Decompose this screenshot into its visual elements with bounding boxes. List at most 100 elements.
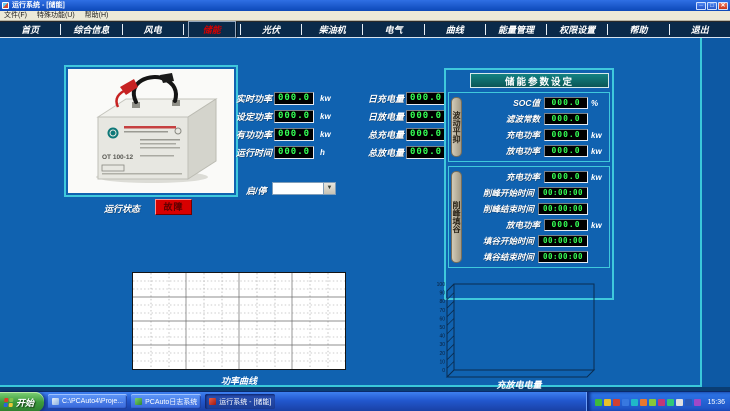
window-title: 运行系统 - [储能] xyxy=(12,0,696,11)
menu-item-file[interactable]: 文件(F) xyxy=(4,11,27,21)
peak-start-label: 削峰开始时间 xyxy=(466,187,534,199)
settings-panel-title: 储能参数设定 xyxy=(470,73,609,88)
menu-bar: 文件(F) 特殊功能(U) 帮助(H) xyxy=(0,11,730,21)
peak-end-display[interactable]: 00:00:00 xyxy=(538,203,588,215)
nav-item-help[interactable]: 帮助 xyxy=(608,23,668,36)
nav-item-energy-mgmt[interactable]: 能量管理 xyxy=(486,23,546,36)
system-tray: 15:36 xyxy=(586,392,730,411)
log-app-icon xyxy=(135,398,142,405)
ps-charge-power-display[interactable]: 000.0 xyxy=(544,171,588,183)
nav-item-curves[interactable]: 曲线 xyxy=(425,23,485,36)
nav-item-home[interactable]: 首页 xyxy=(0,23,60,36)
valley-start-label: 填谷开始时间 xyxy=(466,235,534,247)
smoothing-group-tab: 波动平抑 xyxy=(451,97,462,157)
nav-item-pv[interactable]: 光伏 xyxy=(241,23,301,36)
taskbar-task-folder[interactable]: C:\PCAuto4\Proje... xyxy=(48,394,127,409)
nav-item-overview[interactable]: 综合信息 xyxy=(61,23,121,36)
nav-item-wind[interactable]: 风电 xyxy=(123,23,183,36)
title-bar: 运行系统 - [储能] xyxy=(0,0,730,11)
taskbar-task-log-system[interactable]: PCAuto日志系统 xyxy=(131,394,201,409)
filter-constant-display[interactable]: 000.0 xyxy=(544,113,588,125)
tray-icon[interactable] xyxy=(694,399,701,406)
tray-icon[interactable] xyxy=(631,399,638,406)
set-power-unit: kw xyxy=(320,112,344,121)
charge-power-unit: kw xyxy=(591,131,607,140)
y-tick: 90 xyxy=(439,291,445,297)
settings-row: 放电功率 000.0 kw xyxy=(466,217,607,233)
start-stop-label: 启/停 xyxy=(246,184,267,197)
active-power-label: 有功功率 xyxy=(216,128,272,141)
tray-icon[interactable] xyxy=(595,399,602,406)
nav-item-permissions[interactable]: 权限设置 xyxy=(547,23,607,36)
tray-icon[interactable] xyxy=(613,399,620,406)
realtime-power-display: 000.0 xyxy=(274,92,314,105)
total-charge-display: 000.0 xyxy=(406,128,446,141)
charge-power-label: 充电功率 xyxy=(466,129,540,141)
y-tick: 80 xyxy=(439,299,445,305)
peak-end-label: 削峰结束时间 xyxy=(466,203,534,215)
y-tick: 30 xyxy=(439,342,445,348)
y-tick: 60 xyxy=(439,316,445,322)
nav-item-exit[interactable]: 退出 xyxy=(670,23,730,36)
nav-item-electrical[interactable]: 电气 xyxy=(363,23,423,36)
power-curve-title: 功率曲线 xyxy=(132,374,346,387)
ps-discharge-power-unit: kw xyxy=(591,221,607,230)
tray-icon[interactable] xyxy=(604,399,611,406)
start-button[interactable]: 开始 xyxy=(0,392,44,411)
tray-icon[interactable] xyxy=(658,399,665,406)
tray-icon[interactable] xyxy=(649,399,656,406)
chevron-down-icon[interactable]: ▼ xyxy=(323,183,335,194)
minimize-button[interactable] xyxy=(696,2,706,10)
taskbar-task-run-system[interactable]: 运行系统 - [储能] xyxy=(205,394,275,409)
daily-discharge-label: 日放电量 xyxy=(346,110,404,123)
soc-display[interactable]: 000.0 xyxy=(544,97,588,109)
active-power-unit: kw xyxy=(320,130,344,139)
tray-icon[interactable] xyxy=(667,399,674,406)
run-status-label: 运行状态 xyxy=(104,202,140,215)
y-tick: 40 xyxy=(439,334,445,340)
charge-power-display[interactable]: 000.0 xyxy=(544,129,588,141)
tray-icon[interactable] xyxy=(676,399,683,406)
realtime-power-unit: kw xyxy=(320,94,344,103)
daily-charge-label: 日充电量 xyxy=(346,92,404,105)
discharge-power-display[interactable]: 000.0 xyxy=(544,145,588,157)
nav-item-storage-active[interactable]: 储能 xyxy=(188,21,236,38)
nav-bar: 首页 综合信息 风电 储能 光伏 柴油机 电气 曲线 能量管理 权限设置 帮助 … xyxy=(0,21,730,38)
soc-unit: % xyxy=(591,99,607,108)
settings-row: 填谷开始时间 00:00:00 xyxy=(466,233,607,249)
maximize-button[interactable] xyxy=(707,2,717,10)
peak-start-display[interactable]: 00:00:00 xyxy=(538,187,588,199)
y-tick: 100 xyxy=(437,282,446,288)
ps-discharge-power-label: 放电功率 xyxy=(466,219,540,231)
tray-icon[interactable] xyxy=(622,399,629,406)
total-discharge-label: 总放电量 xyxy=(346,146,404,159)
menu-item-special-functions[interactable]: 特殊功能(U) xyxy=(37,11,75,21)
tray-icon[interactable] xyxy=(685,399,692,406)
tray-icon[interactable] xyxy=(640,399,647,406)
menu-item-help[interactable]: 帮助(H) xyxy=(85,11,109,21)
ps-discharge-power-display[interactable]: 000.0 xyxy=(544,219,588,231)
start-stop-select[interactable]: ▼ xyxy=(272,182,336,195)
taskbar-clock[interactable]: 15:36 xyxy=(707,399,725,406)
realtime-power-label: 实时功率 xyxy=(216,92,272,105)
y-tick: 10 xyxy=(439,359,445,365)
storage-settings-panel: 储能参数设定 波动平抑 SOC值 000.0 % 滤波常数 000.0 充电功率… xyxy=(444,68,614,300)
app-icon xyxy=(2,2,9,9)
y-tick: 70 xyxy=(439,308,445,314)
nav-item-diesel[interactable]: 柴油机 xyxy=(302,23,362,36)
soc-label: SOC值 xyxy=(466,97,540,109)
main-content: OT 100-12 运行状态 故障 实时功率 000.0 kw 日充电量 000… xyxy=(0,38,730,387)
valley-end-display[interactable]: 00:00:00 xyxy=(538,251,588,263)
discharge-power-unit: kw xyxy=(591,147,607,156)
peak-shaving-group-tab: 削峰填谷 xyxy=(451,171,462,263)
close-button[interactable] xyxy=(718,2,728,10)
peak-shaving-group: 削峰填谷 充电功率 000.0 kw 削峰开始时间 00:00:00 削峰结束时… xyxy=(448,166,610,268)
run-status-indicator: 故障 xyxy=(155,199,192,215)
nav-divider xyxy=(183,24,184,35)
filter-constant-label: 滤波常数 xyxy=(466,113,540,125)
settings-row: 填谷结束时间 00:00:00 xyxy=(466,249,607,265)
battery-panel: OT 100-12 xyxy=(64,65,238,197)
windows-logo-icon xyxy=(4,398,14,407)
ps-charge-power-unit: kw xyxy=(591,173,607,182)
valley-start-display[interactable]: 00:00:00 xyxy=(538,235,588,247)
